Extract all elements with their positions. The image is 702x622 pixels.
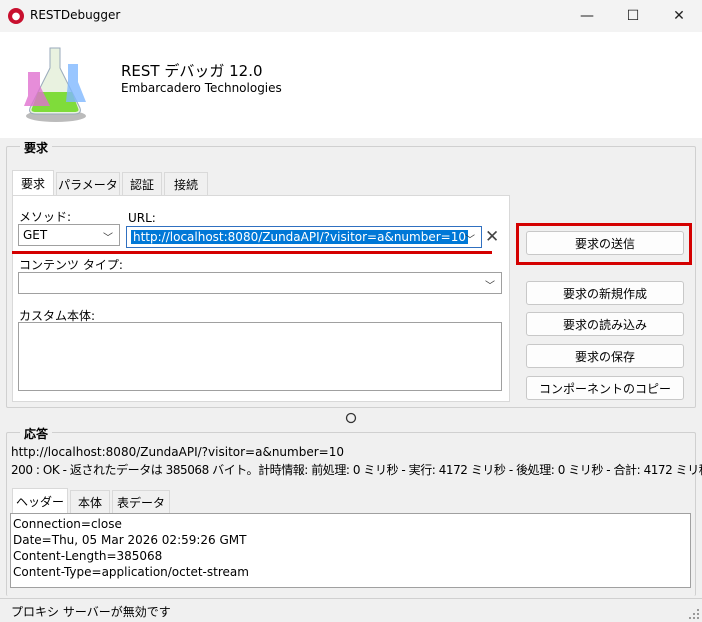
header-line: Content-Type=application/octet-stream	[13, 565, 249, 579]
send-request-button[interactable]: 要求の送信	[526, 231, 684, 255]
tab-authentication[interactable]: 認証	[122, 172, 162, 196]
clear-url-icon[interactable]: ✕	[485, 227, 499, 247]
flask-logo-icon	[24, 47, 86, 122]
banner-subtitle: Embarcadero Technologies	[121, 81, 282, 95]
custom-body-textarea[interactable]	[18, 322, 502, 391]
window-title: RESTDebugger	[30, 8, 121, 22]
copy-component-button[interactable]: コンポーネントのコピー	[526, 376, 684, 400]
headers-textbox[interactable]: Connection=close Date=Thu, 05 Mar 2026 0…	[10, 513, 691, 588]
url-highlight-underline	[12, 251, 492, 254]
content-type-label: コンテンツ タイプ:	[19, 258, 123, 272]
header-line: Content-Length=385068	[13, 549, 163, 563]
url-value: http://localhost:8080/ZundaAPI/?visitor=…	[131, 230, 468, 244]
chevron-down-icon: ﹀	[485, 281, 495, 292]
new-request-button[interactable]: 要求の新規作成	[526, 281, 684, 305]
tab-connection[interactable]: 接続	[164, 172, 208, 196]
request-group-label: 要求	[20, 139, 53, 156]
content-type-select[interactable]: ﹀	[18, 272, 502, 294]
splitter-handle[interactable]	[345, 412, 357, 424]
tab-parameters[interactable]: パラメータ	[56, 172, 120, 196]
method-select[interactable]: GET ﹀	[18, 224, 120, 246]
status-text: プロキシ サーバーが無効です	[11, 605, 171, 619]
load-request-button[interactable]: 要求の読み込み	[526, 312, 684, 336]
close-button[interactable]: ✕	[656, 0, 702, 32]
maximize-button[interactable]: ☐	[610, 0, 656, 32]
response-group-label: 応答	[20, 425, 53, 442]
method-label: メソッド:	[19, 210, 72, 224]
response-status: 200 : OK - 返されたデータは 385068 バイト。計時情報: 前処理…	[11, 463, 702, 477]
status-bar: プロキシ サーバーが無効です	[0, 598, 702, 622]
app-icon: ●	[8, 8, 24, 24]
header-banner: REST デバッガ 12.0 Embarcadero Technologies	[0, 32, 702, 138]
minimize-button[interactable]: —	[564, 0, 610, 32]
banner-title: REST デバッガ 12.0	[121, 62, 263, 80]
method-value: GET	[23, 228, 48, 242]
response-url: http://localhost:8080/ZundaAPI/?visitor=…	[11, 445, 344, 459]
chevron-down-icon: ﹀	[465, 235, 475, 246]
chevron-down-icon: ﹀	[103, 233, 113, 244]
title-bar: ● RESTDebugger — ☐ ✕	[0, 0, 702, 32]
url-label: URL:	[128, 211, 156, 225]
tab-table-data[interactable]: 表データ	[112, 490, 170, 514]
tab-headers[interactable]: ヘッダー	[12, 488, 68, 514]
url-input[interactable]: http://localhost:8080/ZundaAPI/?visitor=…	[126, 226, 482, 248]
tab-body[interactable]: 本体	[70, 490, 110, 514]
tab-request[interactable]: 要求	[12, 170, 54, 196]
header-line: Connection=close	[13, 517, 122, 531]
resize-grip-icon[interactable]	[688, 608, 700, 620]
header-line: Date=Thu, 05 Mar 2026 02:59:26 GMT	[13, 533, 247, 547]
save-request-button[interactable]: 要求の保存	[526, 344, 684, 368]
